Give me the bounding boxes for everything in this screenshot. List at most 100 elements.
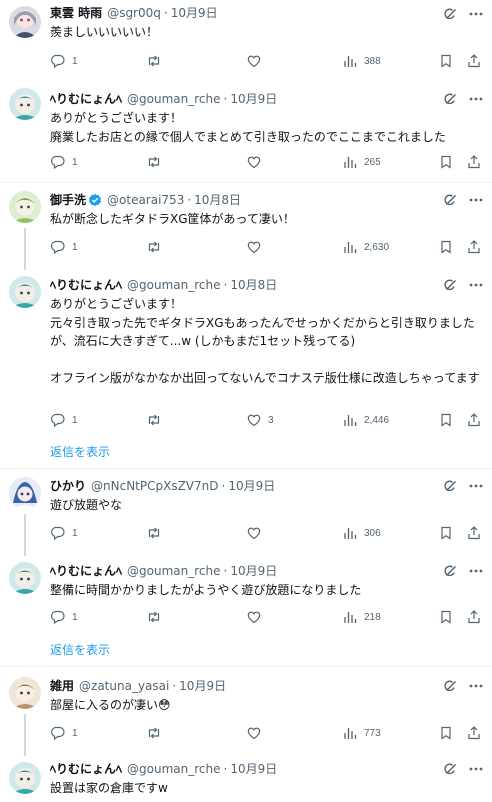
user-handle[interactable]: @zatuna_yasai xyxy=(79,677,169,695)
bookmark-button[interactable] xyxy=(438,239,454,255)
display-name[interactable]: ﾍりむにょんﾍ xyxy=(50,760,122,778)
reply-button[interactable]: 1 xyxy=(50,53,78,69)
reply-post[interactable]: ﾍりむにょんﾍ @gouman_rche · 10月9日 設置は家の倉庫ですw xyxy=(0,758,492,802)
timestamp[interactable]: 10月9日 xyxy=(230,760,277,778)
more-options-icon[interactable] xyxy=(467,277,485,293)
display-name[interactable]: 東雲 時雨 xyxy=(50,4,102,22)
like-button[interactable] xyxy=(246,239,268,255)
display-name[interactable]: ﾍりむにょんﾍ xyxy=(50,90,122,108)
user-handle[interactable]: @gouman_rche xyxy=(127,562,220,580)
timestamp[interactable]: 10月9日 xyxy=(230,90,277,108)
like-button[interactable] xyxy=(246,525,268,541)
more-options-icon[interactable] xyxy=(467,6,485,22)
reply-button[interactable]: 1 xyxy=(50,239,78,255)
grok-icon[interactable] xyxy=(443,563,459,579)
views-button[interactable]: 218 xyxy=(342,609,381,625)
grok-icon[interactable] xyxy=(443,192,459,208)
bookmark-button[interactable] xyxy=(438,154,454,170)
retweet-button[interactable] xyxy=(146,609,168,625)
share-button[interactable] xyxy=(466,412,482,428)
grok-icon[interactable] xyxy=(443,277,459,293)
like-button[interactable] xyxy=(246,609,268,625)
avatar[interactable] xyxy=(9,562,41,594)
reply-button[interactable]: 1 xyxy=(50,609,78,625)
avatar[interactable] xyxy=(9,762,41,794)
share-button[interactable] xyxy=(466,239,482,255)
grok-icon[interactable] xyxy=(443,478,459,494)
like-button[interactable] xyxy=(246,154,268,170)
bookmark-button[interactable] xyxy=(438,53,454,69)
reply-post[interactable]: ﾍりむにょんﾍ @gouman_rche · 10月9日 整備に時間かかりました… xyxy=(0,558,492,638)
retweet-button[interactable] xyxy=(146,53,168,69)
views-button[interactable]: 388 xyxy=(342,53,381,69)
user-handle[interactable]: @gouman_rche xyxy=(127,760,220,778)
grok-icon[interactable] xyxy=(443,6,459,22)
share-button[interactable] xyxy=(466,725,482,741)
reply-button[interactable]: 1 xyxy=(50,154,78,170)
timestamp[interactable]: 10月8日 xyxy=(230,276,277,294)
bookmark-button[interactable] xyxy=(438,725,454,741)
avatar[interactable] xyxy=(9,6,41,38)
grok-icon[interactable] xyxy=(443,761,459,777)
reply-post[interactable]: ﾍりむにょんﾍ @gouman_rche · 10月8日 ありがとうございます！… xyxy=(0,272,492,432)
retweet-button[interactable] xyxy=(146,239,168,255)
share-button[interactable] xyxy=(466,525,482,541)
bookmark-button[interactable] xyxy=(438,609,454,625)
share-button[interactable] xyxy=(466,154,482,170)
avatar[interactable] xyxy=(9,677,41,709)
display-name[interactable]: ひかり xyxy=(50,477,86,495)
avatar[interactable] xyxy=(9,477,41,509)
timestamp[interactable]: 10月9日 xyxy=(179,677,226,695)
like-button[interactable] xyxy=(246,725,268,741)
more-options-icon[interactable] xyxy=(467,91,485,107)
timestamp[interactable]: 10月8日 xyxy=(194,191,241,209)
views-button[interactable]: 265 xyxy=(342,154,381,170)
reply-post[interactable]: ﾍりむにょんﾍ @gouman_rche · 10月9日 ありがとうございます！… xyxy=(0,84,492,180)
timestamp[interactable]: 10月9日 xyxy=(171,4,218,22)
user-handle[interactable]: @sgr00q xyxy=(107,4,161,22)
share-button[interactable] xyxy=(466,609,482,625)
user-handle[interactable]: @otearai753 xyxy=(107,191,184,209)
display-name[interactable]: ﾍりむにょんﾍ xyxy=(50,562,122,580)
more-options-icon[interactable] xyxy=(467,478,485,494)
reply-post[interactable]: 御手洗 @otearai753 · 10月8日 私が断念したギタドラXG筐体があ… xyxy=(0,187,492,267)
display-name[interactable]: 雑用 xyxy=(50,677,74,695)
display-name[interactable]: 御手洗 xyxy=(50,191,86,209)
more-options-icon[interactable] xyxy=(467,678,485,694)
retweet-button[interactable] xyxy=(146,412,168,428)
timestamp[interactable]: 10月9日 xyxy=(228,477,275,495)
like-button[interactable]: 3 xyxy=(246,412,274,428)
avatar[interactable] xyxy=(9,191,41,223)
like-button[interactable] xyxy=(246,53,268,69)
share-button[interactable] xyxy=(466,53,482,69)
reply-post[interactable]: 雑用 @zatuna_yasai · 10月9日 部屋に入るのが凄い😳 1 77… xyxy=(0,673,492,753)
more-options-icon[interactable] xyxy=(467,563,485,579)
show-replies-link[interactable]: 返信を表示 xyxy=(50,642,110,658)
user-handle[interactable]: @gouman_rche xyxy=(127,276,220,294)
views-button[interactable]: 306 xyxy=(342,525,381,541)
retweet-button[interactable] xyxy=(146,725,168,741)
more-options-icon[interactable] xyxy=(467,192,485,208)
display-name[interactable]: ﾍりむにょんﾍ xyxy=(50,276,122,294)
reply-button[interactable]: 1 xyxy=(50,412,78,428)
avatar[interactable] xyxy=(9,276,41,308)
show-replies-link[interactable]: 返信を表示 xyxy=(50,444,110,460)
bookmark-button[interactable] xyxy=(438,412,454,428)
grok-icon[interactable] xyxy=(443,678,459,694)
retweet-button[interactable] xyxy=(146,525,168,541)
reply-post[interactable]: ひかり @nNcNtPCpXsZV7nD · 10月9日 遊び放題やな 1 30… xyxy=(0,473,492,553)
bookmark-button[interactable] xyxy=(438,525,454,541)
retweet-button[interactable] xyxy=(146,154,168,170)
avatar[interactable] xyxy=(9,88,41,120)
timestamp[interactable]: 10月9日 xyxy=(230,562,277,580)
views-button[interactable]: 2,446 xyxy=(342,412,389,428)
views-button[interactable]: 2,630 xyxy=(342,239,389,255)
views-button[interactable]: 773 xyxy=(342,725,381,741)
more-options-icon[interactable] xyxy=(467,761,485,777)
reply-button[interactable]: 1 xyxy=(50,525,78,541)
reply-post[interactable]: 東雲 時雨 @sgr00q · 10月9日 羨ましいいいいい！ 1 388 xyxy=(0,0,492,80)
user-handle[interactable]: @gouman_rche xyxy=(127,90,220,108)
reply-button[interactable]: 1 xyxy=(50,725,78,741)
grok-icon[interactable] xyxy=(443,91,459,107)
user-handle[interactable]: @nNcNtPCpXsZV7nD xyxy=(91,477,218,495)
